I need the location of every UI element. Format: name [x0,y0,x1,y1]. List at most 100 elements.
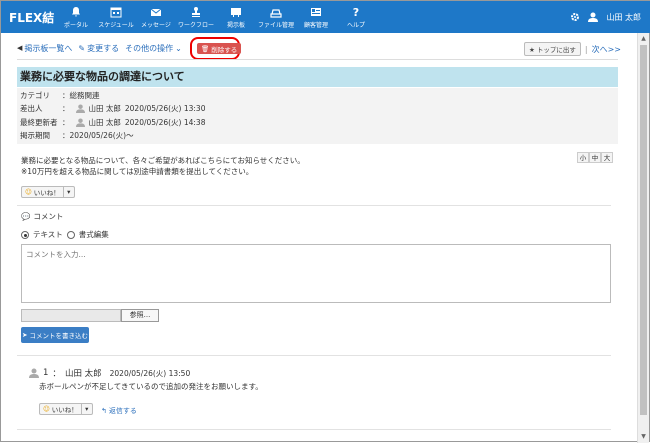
scroll-down-icon[interactable]: ▼ [640,433,647,441]
meta-updater: 最終更新者 ： 山田 太郎 2020/05/26(火) 14:38 [20,117,205,128]
reply-link[interactable]: ↰ 返信する [101,406,137,416]
nav-label: スケジュール [98,21,134,29]
file-path-field[interactable] [21,309,121,322]
updater-date: 2020/05/26(火) 14:38 [124,118,206,127]
pin-top-button[interactable]: ★ トップに出す [523,42,581,56]
like-label: いいね！ [51,406,78,414]
nav-board[interactable]: 掲示板 [216,1,256,33]
like-button[interactable]: ☺ いいね！ ▾ [21,186,75,198]
meta-label: 差出人 [20,104,43,113]
edit-icon: ✎ [78,43,86,53]
font-medium-button[interactable]: 中 [589,152,601,163]
comment-author[interactable]: 山田 太郎 [65,367,102,379]
smile-icon: ☺ [25,188,32,196]
comment-date: 2020/05/26(火) 13:50 [109,368,191,378]
author-date: 2020/05/26(火) 13:30 [124,104,206,113]
settings-icon[interactable] [570,12,580,22]
app-logo[interactable]: FLEX結 [9,9,54,26]
comment-item: 1 ： 山田 太郎 2020/05/26(火) 13:50 [29,367,190,379]
folder-icon [270,8,282,18]
like-main[interactable]: ☺ いいね！ [40,404,82,414]
meta-colon: ： [62,104,70,113]
right-tools: ★ トップに出す | 次へ>> [523,42,621,56]
chevron-down-icon[interactable]: ▾ [64,188,74,196]
help-icon: ? [353,6,359,18]
edit-label: 変更する [87,43,120,53]
nav-file[interactable]: ファイル管理 [256,1,296,33]
nav-portal[interactable]: ポータル [56,1,96,33]
comment-heading: 💬 コメント [21,211,63,222]
font-size-buttons: 小 中 大 [577,152,613,163]
user-icon [588,12,599,22]
comment-heading-label: コメント [33,212,64,221]
chevron-down-icon: ⌄ [175,43,182,53]
meta-colon: ： [62,118,70,127]
comment-mode: テキスト 書式編集 [21,229,109,240]
body-line: ※10万円を超える物品に関しては別途申請書類を提出してください。 [21,167,254,176]
nav-label: ヘルプ [346,21,365,29]
stamp-icon [192,6,200,17]
nav-label: ポータル [63,21,88,29]
nav-label: 顧客管理 [303,21,328,29]
font-small-button[interactable]: 小 [577,152,589,163]
smile-icon: ☺ [43,405,50,413]
comment-input[interactable] [21,244,611,303]
updater-name[interactable]: 山田 太郎 [89,117,121,128]
post-meta: カテゴリ ： 総務関連 差出人 ： 山田 太郎 2020/05/26(火) 13… [17,88,618,144]
caret-left-icon: ◀ [17,44,23,52]
calendar-icon [110,7,122,17]
top-navigation-bar: FLEX結 ポータル スケジュール メッセージ ワークフロー 掲示板 ファイル管… [1,1,650,33]
meta-label: 掲示期間 [20,131,50,140]
text-mode-label[interactable]: テキスト [33,229,63,240]
user-area: 山田 太郎 [570,1,641,33]
period-value: 2020/05/26(火)〜 [69,131,134,140]
meta-label: カテゴリ [20,91,50,100]
delete-button[interactable]: 🗑 削除する [197,43,242,54]
post-body: 業務に必要となる物品について、各々ご希望があればこちらにてお知らせください。 ※… [21,155,305,177]
trash-icon: 🗑 [201,44,210,53]
nav-label: ワークフロー [177,21,214,29]
other-actions-dropdown[interactable]: その他の操作 ⌄ [125,43,182,54]
comment-number: 1 [43,368,49,378]
scrollbar-thumb[interactable] [640,45,647,415]
user-icon [75,118,85,127]
chevron-down-icon[interactable]: ▾ [82,405,92,413]
font-large-button[interactable]: 大 [601,152,613,163]
like-label: いいね！ [33,189,60,197]
scroll-up-icon[interactable]: ▲ [640,35,647,43]
browse-button[interactable]: 参照... [121,309,159,322]
like-main[interactable]: ☺ いいね！ [22,187,64,197]
author-name[interactable]: 山田 太郎 [89,103,121,114]
next-link[interactable]: 次へ>> [592,44,621,55]
comment-text: 赤ボールペンが不足してきているので追加の発注をお願いします。 [39,382,263,391]
star-icon: ★ [528,46,535,54]
divider: | [584,44,588,54]
nav-schedule[interactable]: スケジュール [96,1,136,33]
nav-workflow[interactable]: ワークフロー [176,1,216,33]
back-to-list-link[interactable]: ◀ 掲示板一覧へ [17,43,72,54]
main-nav: ポータル スケジュール メッセージ ワークフロー 掲示板 ファイル管理 顧客管理… [56,1,376,33]
card-icon [311,7,321,16]
vertical-scrollbar[interactable]: ▲ ▼ [637,33,649,443]
user-icon [29,368,39,378]
nav-label: 掲示板 [226,21,245,29]
send-icon: ➤ [22,331,28,339]
rich-mode-label[interactable]: 書式編集 [79,229,109,240]
text-mode-radio[interactable] [21,230,29,239]
nav-help[interactable]: ? ヘルプ [336,1,376,33]
meta-category: カテゴリ ： 総務関連 [20,90,100,101]
rich-mode-radio[interactable] [66,230,75,239]
board-icon [231,7,241,17]
user-name[interactable]: 山田 太郎 [606,12,641,23]
comment-like-button[interactable]: ☺ いいね！ ▾ [39,403,93,415]
body-line: 業務に必要となる物品について、各々ご希望があればこちらにてお知らせください。 [21,156,305,165]
user-icon [75,104,85,113]
submit-comment-button[interactable]: ➤ コメントを書き込む [21,327,89,343]
nav-message[interactable]: メッセージ [136,1,176,33]
back-to-list-label: 掲示板一覧へ [24,43,73,53]
nav-label: メッセージ [141,21,171,29]
nav-customer[interactable]: 顧客管理 [296,1,336,33]
meta-colon: ： [62,91,70,100]
category-value: 総務関連 [69,91,100,100]
edit-link[interactable]: ✎ 変更する [78,43,119,54]
